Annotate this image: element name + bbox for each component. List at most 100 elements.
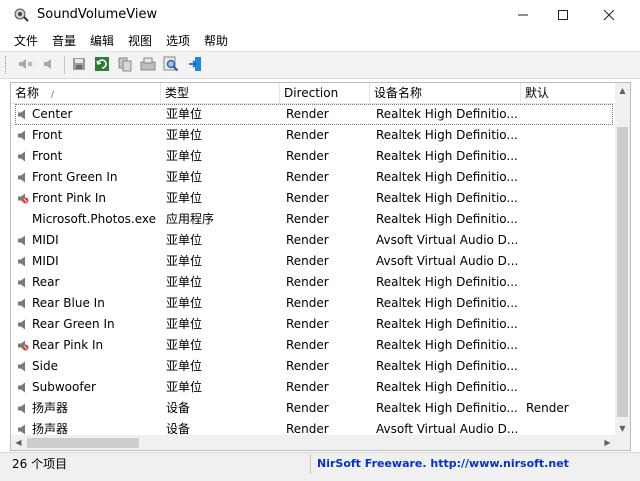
cell-type: 应用程序 <box>166 212 215 226</box>
unmute-button[interactable] <box>40 55 58 73</box>
cell-name: Front <box>32 149 63 163</box>
cell-device: Realtek High Definitio... <box>376 191 518 205</box>
cell-direction: Render <box>286 380 329 394</box>
scroll-up-icon[interactable]: ▲ <box>615 83 630 98</box>
cell-name: Microsoft.Photos.exe <box>32 212 157 226</box>
cell-name: Side <box>32 359 58 373</box>
find-button[interactable] <box>162 55 180 73</box>
horizontal-scroll-thumb[interactable] <box>27 438 139 448</box>
speaker-icon <box>18 319 25 330</box>
menu-volume[interactable]: 音量 <box>52 32 76 49</box>
muted-speaker-icon <box>18 340 29 351</box>
table-row[interactable]: Front 亚单位 Render Realtek High Definitio... <box>11 146 615 167</box>
copy-button[interactable] <box>116 55 134 73</box>
toolbar-separator <box>64 56 65 74</box>
table-row[interactable]: MIDI 亚单位 Render Avsoft Virtual Audio D... <box>11 251 615 272</box>
device-list[interactable]: 名称 / 类型 Direction 设备名称 默认 Center 亚单位 Render… <box>10 82 631 451</box>
cell-type: 亚单位 <box>166 149 203 163</box>
table-row[interactable]: Front Pink In 亚单位 Render Realtek High Defin… <box>11 188 615 209</box>
speaker-icon <box>18 298 25 309</box>
maximize-button[interactable] <box>540 0 586 30</box>
column-header-name[interactable]: 名称 / <box>11 83 161 103</box>
vertical-scrollbar[interactable]: ▲ ▼ <box>615 83 630 436</box>
cell-device: Realtek High Definitio... <box>376 107 518 121</box>
cell-direction: Render <box>286 359 329 373</box>
properties-button[interactable] <box>139 55 157 73</box>
table-row[interactable]: Front Green In 亚单位 Render Realtek High Defi… <box>11 167 615 188</box>
save-button[interactable] <box>70 55 88 73</box>
cell-name: Front Pink In <box>32 191 106 205</box>
menu-view[interactable]: 视图 <box>128 32 152 49</box>
cell-device: Avsoft Virtual Audio D... <box>376 233 519 247</box>
table-row[interactable]: 扬声器 设备 Render Realtek High Definitio... Rend… <box>11 398 615 419</box>
speaker-icon <box>18 151 25 162</box>
table-row[interactable]: Rear Blue In 亚单位 Render Realtek High Defini… <box>11 293 615 314</box>
cell-type: 亚单位 <box>166 107 203 121</box>
cell-direction: Render <box>286 338 329 352</box>
scroll-right-icon[interactable]: ▶ <box>600 435 615 450</box>
speaker-icon <box>18 256 25 267</box>
speaker-icon <box>18 361 25 372</box>
menu-help[interactable]: 帮助 <box>204 32 228 49</box>
title-bar: SoundVolumeView <box>0 0 640 30</box>
cell-direction: Render <box>286 401 329 415</box>
maximize-icon <box>558 10 568 20</box>
cell-name: Subwoofer <box>32 380 96 394</box>
list-header: 名称 / 类型 Direction 设备名称 默认 <box>11 83 630 104</box>
cell-direction: Render <box>286 317 329 331</box>
exit-button[interactable] <box>186 55 204 73</box>
cell-direction: Render <box>286 170 329 184</box>
table-row[interactable]: Rear Green In 亚单位 Render Realtek High Defin… <box>11 314 615 335</box>
menu-bar: 文件 音量 编辑 视图 选项 帮助 <box>0 30 640 50</box>
table-row[interactable]: Microsoft.Photos.exe 应用程序 Render Realtek Hi… <box>11 209 615 230</box>
column-header-device[interactable]: 设备名称 <box>370 83 521 103</box>
menu-edit[interactable]: 编辑 <box>90 32 114 49</box>
menu-file[interactable]: 文件 <box>14 32 38 49</box>
table-row[interactable]: Rear 亚单位 Render Realtek High Definitio... <box>11 272 615 293</box>
scroll-down-icon[interactable]: ▼ <box>615 421 630 436</box>
table-row[interactable]: Front 亚单位 Render Realtek High Definitio... <box>11 125 615 146</box>
cell-device: Realtek High Definitio... <box>376 317 518 331</box>
cell-device: Realtek High Definitio... <box>376 149 518 163</box>
column-direction-label: Direction <box>284 86 339 100</box>
cell-direction: Render <box>286 254 329 268</box>
cell-direction: Render <box>286 149 329 163</box>
cell-name: Center <box>32 107 73 121</box>
nirsoft-link[interactable]: NirSoft Freeware. http://www.nirsoft.net <box>310 454 575 474</box>
cell-direction: Render <box>286 107 329 121</box>
cell-name: Rear Pink In <box>32 338 104 352</box>
table-row[interactable]: Subwoofer 亚单位 Render Realtek High Definitio… <box>11 377 615 398</box>
cell-type: 亚单位 <box>166 233 203 247</box>
scroll-left-icon[interactable]: ◀ <box>11 435 26 450</box>
cell-type: 亚单位 <box>166 275 203 289</box>
table-row[interactable]: MIDI 亚单位 Render Avsoft Virtual Audio D... <box>11 230 615 251</box>
column-header-default[interactable]: 默认 <box>521 83 615 103</box>
mute-button[interactable] <box>16 55 34 73</box>
speaker-icon <box>18 130 25 141</box>
vertical-scroll-thumb[interactable] <box>617 127 628 417</box>
cell-direction: Render <box>286 296 329 310</box>
table-row[interactable]: Center 亚单位 Render Realtek High Definitio... <box>15 104 613 125</box>
toolbar-grip <box>5 56 8 74</box>
table-row[interactable]: Rear Pink In 亚单位 Render Realtek High Defini… <box>11 335 615 356</box>
cell-device: Realtek High Definitio... <box>376 359 518 373</box>
cell-device: Realtek High Definitio... <box>376 275 518 289</box>
close-button[interactable] <box>586 0 632 30</box>
cell-direction: Render <box>286 275 329 289</box>
speaker-icon <box>18 382 25 393</box>
refresh-button[interactable] <box>93 55 111 73</box>
column-header-type[interactable]: 类型 <box>161 83 280 103</box>
properties-icon <box>140 57 156 71</box>
speaker-icon <box>18 109 25 120</box>
table-row[interactable]: Side 亚单位 Render Realtek High Definitio... <box>11 356 615 377</box>
column-header-direction[interactable]: Direction <box>280 83 370 103</box>
cell-direction: Render <box>286 212 329 226</box>
speaker-icon <box>18 424 25 435</box>
horizontal-scrollbar[interactable]: ◀ ▶ <box>11 435 615 450</box>
cell-name: MIDI <box>32 254 59 268</box>
column-default-label: 默认 <box>525 86 550 100</box>
menu-options[interactable]: 选项 <box>166 32 190 49</box>
app-icon <box>14 8 29 22</box>
cell-device: Realtek High Definitio... <box>376 380 518 394</box>
cell-name: Rear Blue In <box>32 296 105 310</box>
